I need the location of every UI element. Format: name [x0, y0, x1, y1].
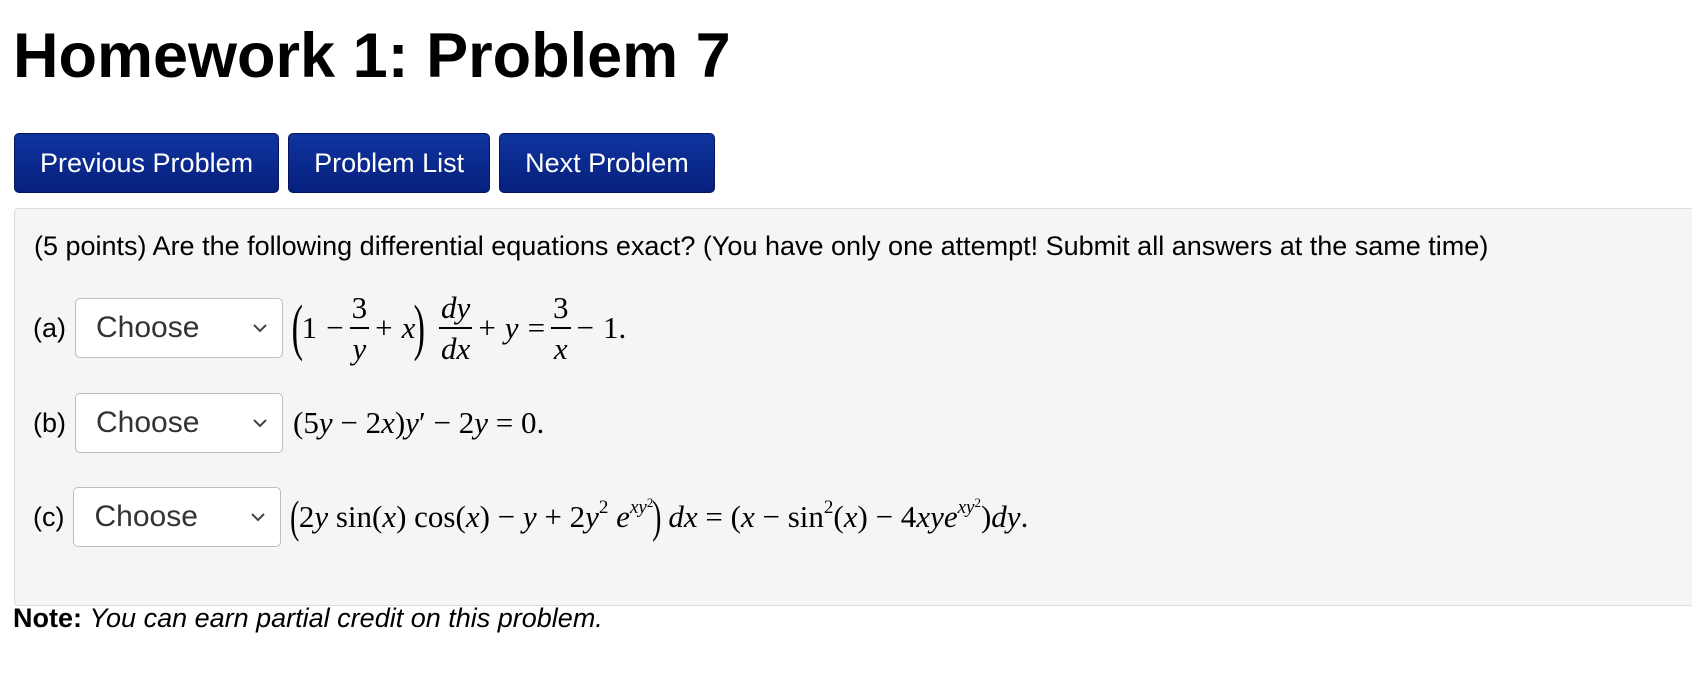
note: Note: You can earn partial credit on thi…: [13, 603, 603, 634]
chevron-down-icon: [251, 513, 266, 522]
part-c: (c) Choose ( 2y sin(x) cos(x) − y + 2y2 …: [33, 487, 1028, 547]
part-a-select[interactable]: Choose: [75, 298, 283, 358]
part-a-select-value: Choose: [96, 311, 200, 344]
part-b-label: (b): [33, 407, 66, 438]
problem-navigation: Previous Problem Problem List Next Probl…: [14, 133, 715, 193]
note-text: You can earn partial credit on this prob…: [89, 603, 603, 633]
next-problem-button[interactable]: Next Problem: [499, 133, 715, 193]
chevron-down-icon: [253, 324, 267, 333]
part-a-label: (a): [33, 312, 66, 343]
part-a-equation: (1− 3y + x) dy dx + y = 3x −1.: [291, 290, 627, 366]
problem-box: (5 points) Are the following differentia…: [14, 208, 1692, 606]
chevron-down-icon: [253, 419, 267, 428]
part-c-select[interactable]: Choose: [73, 487, 282, 547]
page-title: Homework 1: Problem 7: [13, 21, 731, 91]
problem-list-button[interactable]: Problem List: [288, 133, 491, 193]
part-c-equation: ( 2y sin(x) cos(x) − y + 2y2 exy2 ) dx =…: [290, 491, 1029, 542]
part-b-equation: (5y − 2x)y′ − 2y = 0.: [293, 405, 545, 440]
part-b-select[interactable]: Choose: [75, 393, 283, 453]
part-a: (a) Choose (1− 3y + x) dy dx + y = 3x −1.: [33, 292, 626, 364]
part-b-select-value: Choose: [96, 406, 200, 439]
previous-problem-button[interactable]: Previous Problem: [14, 133, 280, 193]
part-b: (b) Choose (5y − 2x)y′ − 2y = 0.: [33, 393, 544, 453]
note-label: Note:: [13, 603, 82, 633]
part-c-select-value: Choose: [94, 500, 198, 533]
part-c-label: (c): [33, 501, 65, 532]
problem-prompt: (5 points) Are the following differentia…: [34, 231, 1489, 261]
